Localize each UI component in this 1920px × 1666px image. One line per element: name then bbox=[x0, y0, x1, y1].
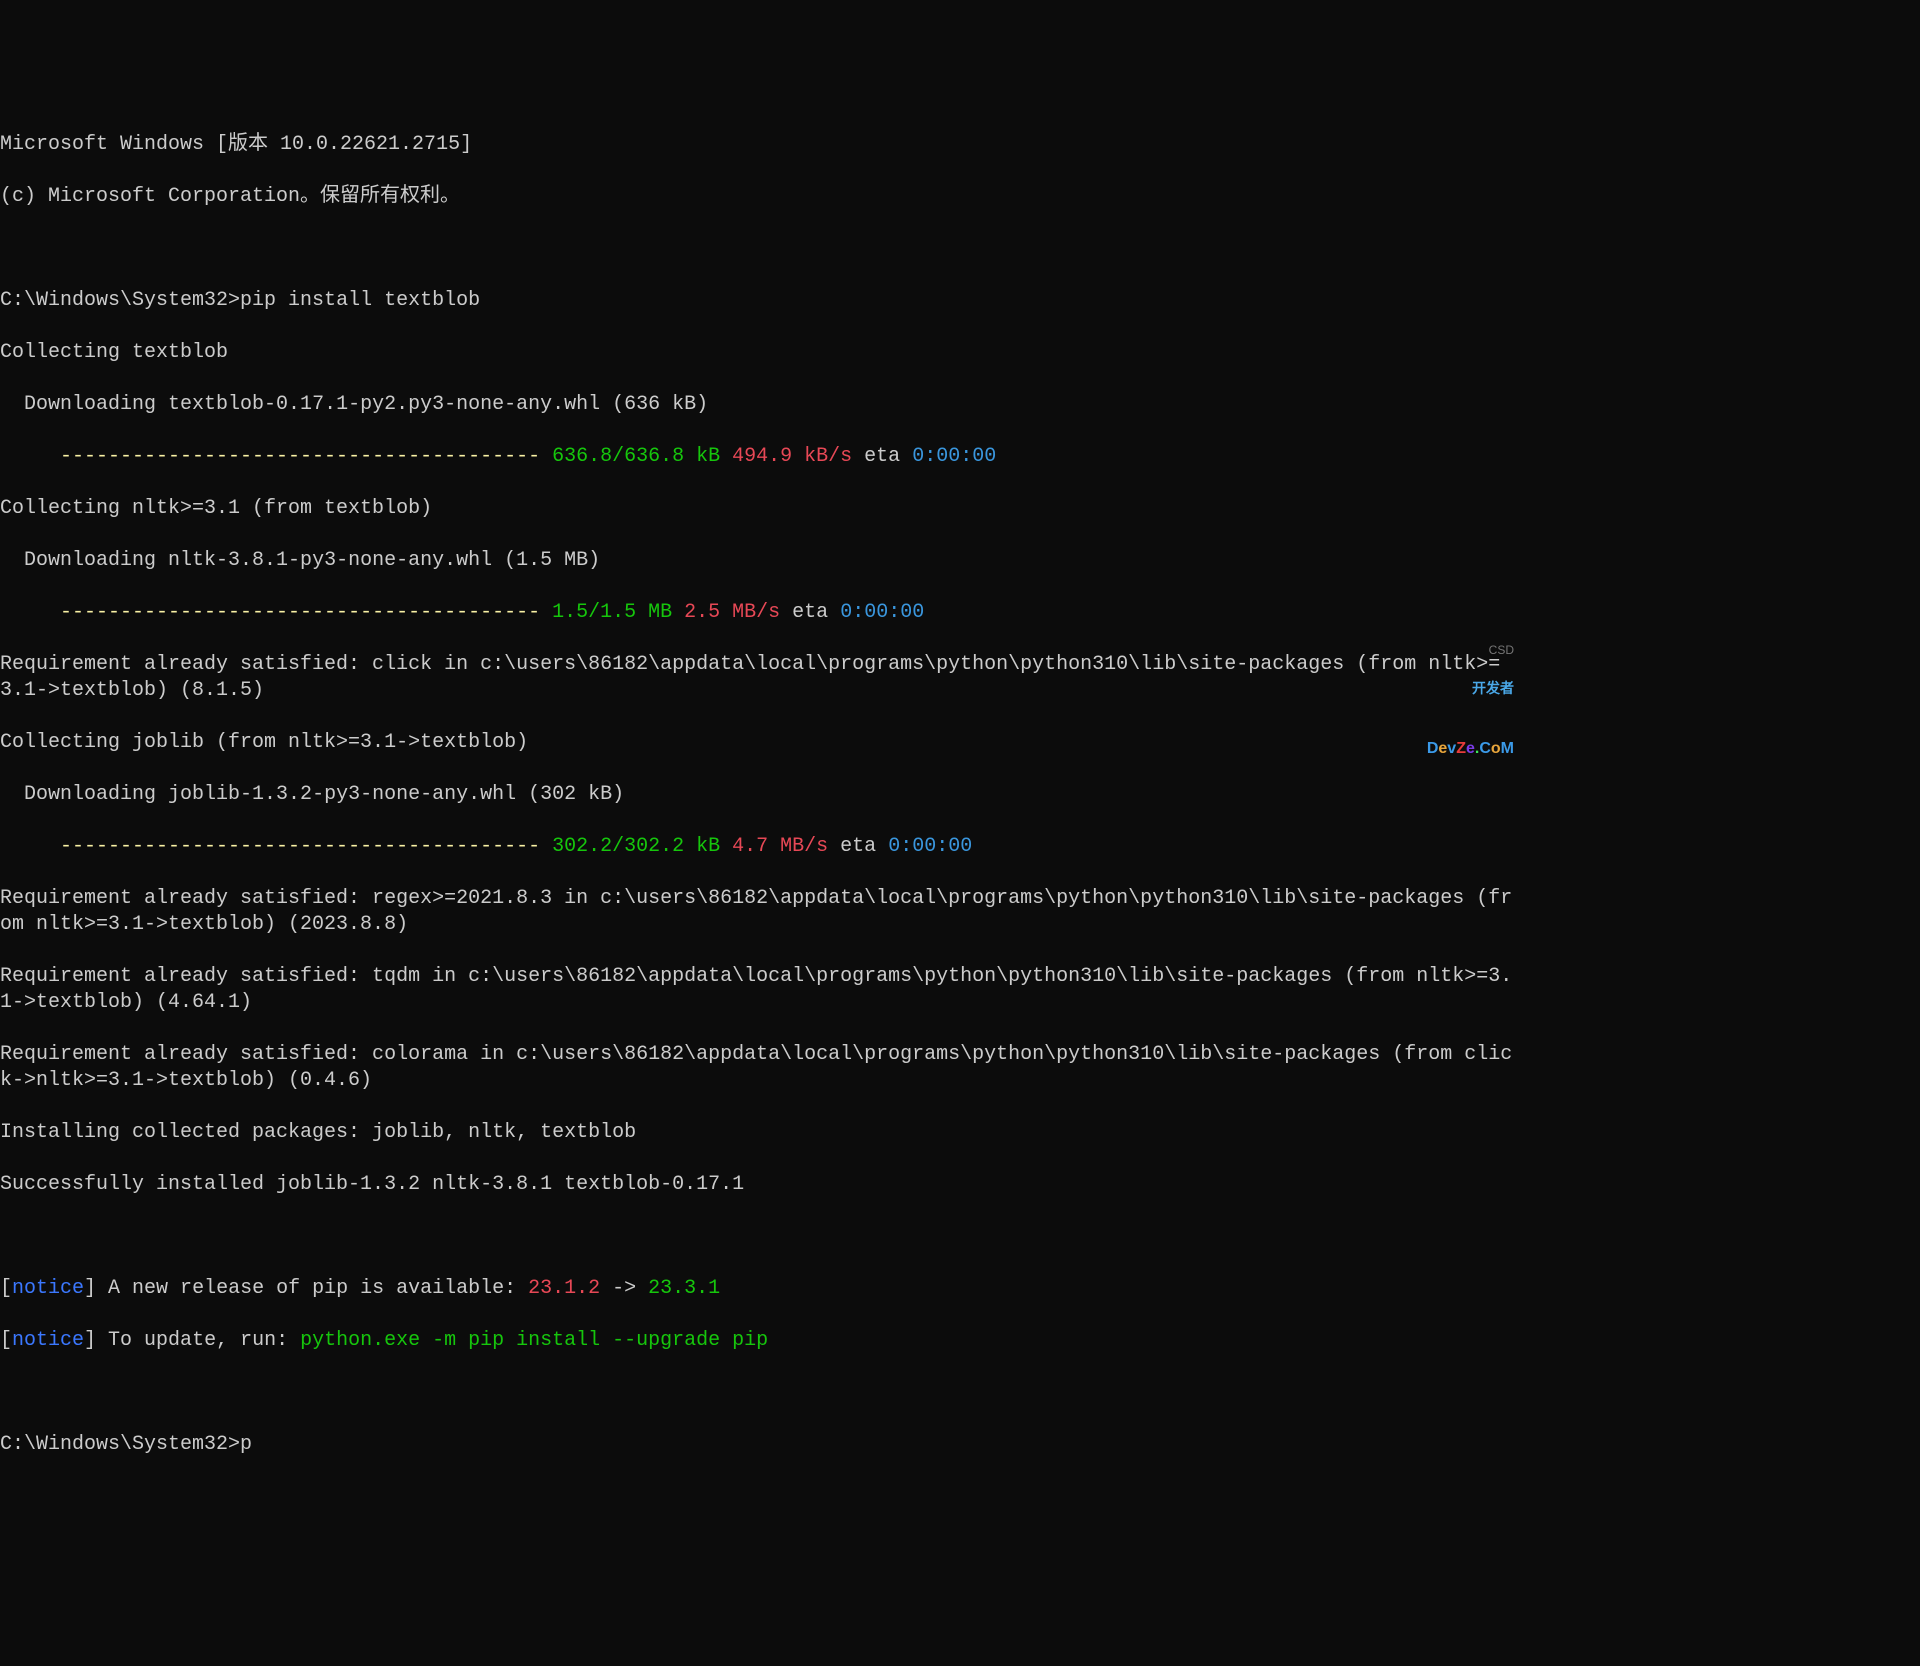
progress-eta-label: eta bbox=[852, 445, 912, 468]
prompt-path: C:\Windows\System32> bbox=[0, 1433, 240, 1456]
progress-indent bbox=[0, 835, 60, 858]
collecting-joblib: Collecting joblib (from nltk>=3.1->textb… bbox=[0, 730, 1520, 756]
requirement-regex: Requirement already satisfied: regex>=20… bbox=[0, 886, 1520, 938]
bracket-open: [ bbox=[0, 1277, 12, 1300]
windows-version-line: Microsoft Windows [版本 10.0.22621.2715] bbox=[0, 132, 1520, 158]
progress-indent bbox=[0, 601, 60, 624]
progress-size: 302.2/302.2 kB bbox=[552, 835, 720, 858]
watermark-csd: CSD bbox=[1489, 643, 1514, 657]
notice-text: A new release of pip is available: bbox=[96, 1277, 528, 1300]
progress-eta-label: eta bbox=[828, 835, 888, 858]
watermark: CSD 开发者 DevZe.CoM bbox=[1427, 615, 1514, 780]
progress-eta: 0:00:00 bbox=[912, 445, 996, 468]
new-version: 23.3.1 bbox=[648, 1277, 720, 1300]
blank-line bbox=[0, 1380, 1520, 1406]
watermark-domain: DevZe.CoM bbox=[1427, 740, 1514, 758]
requirement-click: Requirement already satisfied: click in … bbox=[0, 652, 1520, 704]
watermark-chinese: 开发者 bbox=[1427, 681, 1514, 696]
progress-eta: 0:00:00 bbox=[840, 601, 924, 624]
download-nltk: Downloading nltk-3.8.1-py3-none-any.whl … bbox=[0, 548, 1520, 574]
progress-size: 636.8/636.8 kB bbox=[552, 445, 720, 468]
command-prompt-2[interactable]: C:\Windows\System32>p bbox=[0, 1432, 1520, 1458]
upgrade-command: python.exe -m pip install --upgrade pip bbox=[300, 1329, 768, 1352]
prompt-command: pip install textblob bbox=[240, 289, 480, 312]
installing-packages: Installing collected packages: joblib, n… bbox=[0, 1120, 1520, 1146]
progress-eta-label: eta bbox=[780, 601, 840, 624]
notice-text: To update, run: bbox=[96, 1329, 300, 1352]
progress-bar-1: ----------------------------------------… bbox=[0, 444, 1520, 470]
progress-speed: 494.9 kB/s bbox=[720, 445, 852, 468]
progress-size: 1.5/1.5 MB bbox=[552, 601, 672, 624]
arrow: -> bbox=[600, 1277, 648, 1300]
collecting-nltk: Collecting nltk>=3.1 (from textblob) bbox=[0, 496, 1520, 522]
blank-line bbox=[0, 236, 1520, 262]
terminal-window[interactable]: Microsoft Windows [版本 10.0.22621.2715] (… bbox=[0, 106, 1520, 1484]
progress-bar-3: ----------------------------------------… bbox=[0, 834, 1520, 860]
download-textblob: Downloading textblob-0.17.1-py2.py3-none… bbox=[0, 392, 1520, 418]
requirement-colorama: Requirement already satisfied: colorama … bbox=[0, 1042, 1520, 1094]
collecting-textblob: Collecting textblob bbox=[0, 340, 1520, 366]
progress-bar-fill: ---------------------------------------- bbox=[60, 445, 552, 468]
progress-bar-fill: ---------------------------------------- bbox=[60, 601, 552, 624]
old-version: 23.1.2 bbox=[528, 1277, 600, 1300]
prompt-path: C:\Windows\System32> bbox=[0, 289, 240, 312]
blank-line bbox=[0, 1224, 1520, 1250]
progress-eta: 0:00:00 bbox=[888, 835, 972, 858]
requirement-tqdm: Requirement already satisfied: tqdm in c… bbox=[0, 964, 1520, 1016]
notice-tag: notice bbox=[12, 1277, 84, 1300]
progress-indent bbox=[0, 445, 60, 468]
bracket-close: ] bbox=[84, 1277, 96, 1300]
progress-speed: 2.5 MB/s bbox=[672, 601, 780, 624]
copyright-line: (c) Microsoft Corporation。保留所有权利。 bbox=[0, 184, 1520, 210]
bracket-close: ] bbox=[84, 1329, 96, 1352]
progress-speed: 4.7 MB/s bbox=[720, 835, 828, 858]
prompt-input[interactable]: p bbox=[240, 1433, 252, 1456]
notice-tag: notice bbox=[12, 1329, 84, 1352]
notice-line-1: [notice] A new release of pip is availab… bbox=[0, 1276, 1520, 1302]
notice-line-2: [notice] To update, run: python.exe -m p… bbox=[0, 1328, 1520, 1354]
progress-bar-2: ----------------------------------------… bbox=[0, 600, 1520, 626]
success-message: Successfully installed joblib-1.3.2 nltk… bbox=[0, 1172, 1520, 1198]
progress-bar-fill: ---------------------------------------- bbox=[60, 835, 552, 858]
download-joblib: Downloading joblib-1.3.2-py3-none-any.wh… bbox=[0, 782, 1520, 808]
bracket-open: [ bbox=[0, 1329, 12, 1352]
command-prompt-1: C:\Windows\System32>pip install textblob bbox=[0, 288, 1520, 314]
